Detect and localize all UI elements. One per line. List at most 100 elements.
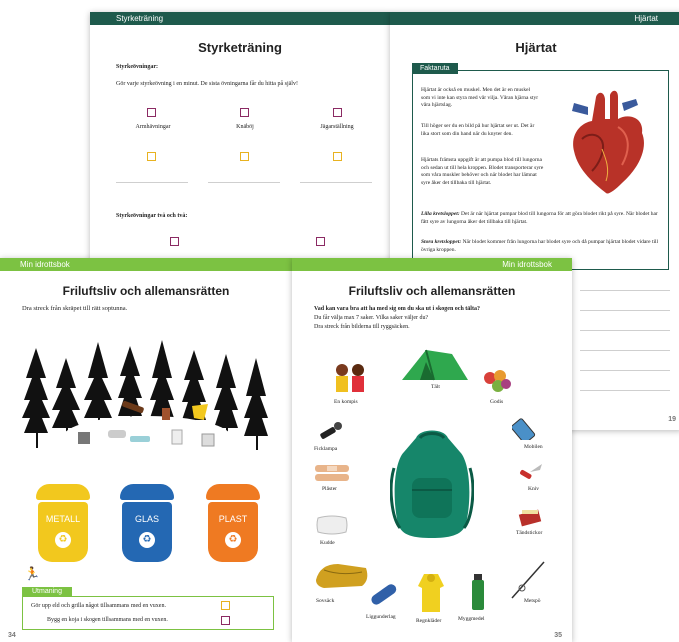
page-number: 19: [668, 416, 676, 423]
item-label: Sovsäck: [316, 598, 335, 604]
write-line[interactable]: [300, 182, 372, 183]
exercise-checkbox[interactable]: [240, 108, 249, 117]
section-heading: Styrkeövningar:: [116, 64, 158, 70]
trash-icon: ♻: [139, 532, 155, 548]
challenge-label: Utmaning: [22, 587, 72, 596]
item-label: Liggunderlag: [366, 614, 396, 620]
tent-icon: [402, 349, 468, 381]
item-label: Ficklampa: [314, 446, 338, 452]
write-line[interactable]: [580, 350, 670, 351]
item-label: Plåster: [322, 486, 337, 492]
fact-paragraph: Till höger ser du en bild på hur hjärtat…: [421, 123, 535, 137]
challenge-box: Utmaning Gör upp eld och grilla något ti…: [22, 587, 274, 630]
exercise-checkbox[interactable]: [333, 152, 342, 161]
mobile-phone-icon: [512, 418, 536, 440]
knife-icon: [520, 464, 542, 479]
page-header: Min idrottsbok: [292, 258, 572, 271]
item-label: En kompis: [334, 399, 358, 405]
back-left-page: Styrketräning Styrketräning Styrkeövning…: [90, 12, 390, 262]
bin-label: METALL: [45, 514, 81, 524]
exercise-label: Knäböj: [236, 124, 254, 130]
exercise-checkbox[interactable]: [147, 108, 156, 117]
instruction-text: Dra streck från skräpet till rätt soptun…: [22, 305, 128, 312]
header-label: Styrketräning: [116, 14, 164, 23]
challenge-checkbox[interactable]: [221, 601, 230, 610]
bin-lid: [36, 484, 90, 500]
bandage-icon: [315, 465, 349, 481]
bin-label: GLAS: [134, 514, 159, 524]
page-title: Friluftsliv och allemansrätten: [348, 284, 516, 298]
heart-illustration: [572, 90, 644, 194]
item-label: Myggmedel: [458, 616, 485, 622]
write-line[interactable]: [208, 182, 280, 183]
exercise-checkbox[interactable]: [240, 152, 249, 161]
forest-illustration: [22, 340, 268, 460]
header-label: Min idrottsbok: [20, 260, 70, 269]
item-label: Kniv: [528, 486, 539, 492]
challenge-task: Bygg en koja i skogen tillsammans med en…: [47, 617, 168, 623]
running-person-icon: 🏃: [24, 566, 41, 581]
write-line[interactable]: [580, 330, 670, 331]
item-label: Metspö: [524, 598, 541, 604]
header-label: Hjärtat: [634, 14, 658, 23]
page-title: Hjärtat: [515, 40, 557, 55]
page-header: Hjärtat: [390, 12, 679, 25]
item-label: Tält: [431, 384, 440, 390]
fact-box: Faktaruta Hjärtat är också en muskel. Me…: [412, 63, 669, 270]
page-header: Styrketräning: [90, 12, 390, 25]
item-label: Kudde: [320, 540, 335, 546]
section-heading: Styrkeövningar två och två:: [116, 213, 188, 219]
page-number: 34: [8, 632, 16, 639]
rain-clothes-icon: [418, 574, 444, 612]
write-line[interactable]: [580, 290, 670, 291]
write-line[interactable]: [580, 310, 670, 311]
trash-icon: ♻: [55, 532, 71, 548]
write-line[interactable]: [580, 370, 670, 371]
exercise-checkbox[interactable]: [316, 237, 325, 246]
trash-icon: ♻: [225, 532, 241, 548]
pillow-icon: [316, 515, 348, 535]
page-title: Styrketräning: [198, 40, 282, 55]
mosquito-repellent-icon: [472, 574, 484, 610]
sleeping-pad-icon: [371, 584, 397, 605]
instruction-text: Gör varje styrkeövning i en minut. De si…: [116, 81, 298, 87]
exercise-checkbox[interactable]: [333, 108, 342, 117]
fact-paragraph: Hjärtats främsta uppgift är att pumpa bl…: [421, 157, 544, 186]
flashlight-icon: [320, 422, 342, 439]
matches-icon: [518, 509, 542, 527]
item-label: Regnkläder: [416, 618, 442, 624]
recycling-bin-metal[interactable]: METALL ♻: [34, 484, 92, 562]
recycling-bin-plastic[interactable]: PLAST ♻: [204, 484, 262, 562]
fact-term: Stora kretsloppet:: [421, 239, 462, 245]
instruction-text: Dra streck från bilderna till ryggsäcken…: [314, 324, 410, 330]
bin-lid: [120, 484, 174, 500]
fact-paragraph: Stora kretsloppet: När blodet kommer frå…: [421, 239, 663, 254]
page-title: Friluftsliv och allemansrätten: [62, 284, 230, 298]
recycling-bin-glass[interactable]: GLAS ♻: [118, 484, 176, 562]
exercise-label: Jägarställning: [320, 124, 354, 130]
write-line[interactable]: [116, 182, 188, 183]
bin-lid: [206, 484, 260, 500]
fact-term: Lilla kretsloppet:: [421, 211, 460, 217]
write-line[interactable]: [580, 390, 670, 391]
candy-icon: [484, 370, 511, 392]
fact-paragraph: Hjärtat är också en muskel. Men det är e…: [421, 87, 539, 108]
friends-icon: [336, 364, 364, 392]
fact-box-label: Faktaruta: [412, 63, 458, 74]
exercise-checkbox[interactable]: [170, 237, 179, 246]
fishing-rod-icon: [511, 561, 545, 599]
front-left-page: Min idrottsbok Friluftsliv och allemansr…: [0, 258, 292, 642]
front-right-page: Min idrottsbok Friluftsliv och allemansr…: [292, 258, 572, 642]
challenge-task: Gör upp eld och grilla något tillsammans…: [31, 603, 166, 609]
page-number: 35: [554, 632, 562, 639]
page-header: Min idrottsbok: [0, 258, 292, 271]
header-label: Min idrottsbok: [502, 260, 552, 269]
item-label: Tändstickor: [516, 530, 543, 536]
sleeping-bag-icon: [316, 564, 368, 588]
item-label: Godis: [490, 399, 504, 405]
question-text: Vad kan vara bra att ha med sig om du sk…: [314, 306, 480, 312]
fact-paragraph: Lilla kretsloppet: Det är när hjärtat pu…: [421, 211, 663, 226]
exercise-checkbox[interactable]: [147, 152, 156, 161]
backpack-illustration: [390, 430, 474, 538]
challenge-checkbox[interactable]: [221, 616, 230, 625]
